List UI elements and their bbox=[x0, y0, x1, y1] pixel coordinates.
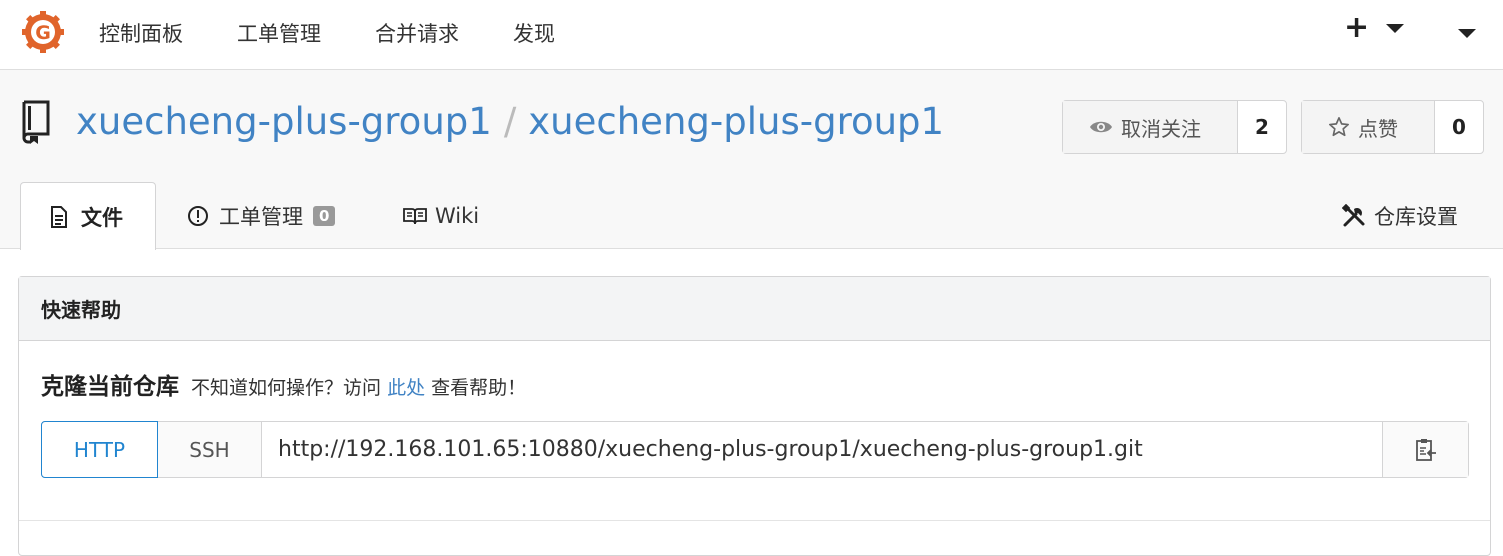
nav-explore[interactable]: 发现 bbox=[513, 18, 555, 48]
star-icon bbox=[1329, 117, 1349, 137]
http-clone-button[interactable]: HTTP bbox=[41, 421, 158, 478]
tab-settings-label: 仓库设置 bbox=[1374, 204, 1458, 229]
nav-pull-requests[interactable]: 合并请求 bbox=[375, 18, 459, 48]
gitea-logo[interactable]: G bbox=[22, 11, 64, 53]
tab-settings[interactable]: 仓库设置 bbox=[1342, 182, 1458, 249]
unwatch-label: 取消关注 bbox=[1121, 116, 1201, 141]
watch-button-group: 取消关注 2 bbox=[1062, 100, 1287, 154]
clone-repo-heading: 克隆当前仓库 bbox=[41, 374, 179, 400]
clone-url-bar: HTTP SSH http://192.168.101.65:10880/xue… bbox=[41, 421, 1469, 478]
top-navbar: G 控制面板 工单管理 合并请求 发现 + bbox=[0, 0, 1503, 70]
quick-help-title: 快速帮助 bbox=[19, 277, 1490, 341]
clone-url-input[interactable]: http://192.168.101.65:10880/xuecheng-plu… bbox=[262, 422, 1382, 477]
tab-issues[interactable]: 工单管理 0 bbox=[187, 182, 336, 249]
stars-count[interactable]: 0 bbox=[1435, 101, 1483, 153]
repo-name-link[interactable]: xuecheng-plus-group1 bbox=[528, 100, 944, 143]
tab-files[interactable]: 文件 bbox=[20, 182, 156, 250]
repo-header: xuecheng-plus-group1 / xuecheng-plus-group… bbox=[0, 70, 1503, 250]
issues-count-badge: 0 bbox=[313, 205, 336, 226]
file-text-icon bbox=[51, 205, 67, 228]
create-dropdown-chevron-icon[interactable] bbox=[1386, 24, 1404, 33]
tab-wiki[interactable]: Wiki bbox=[403, 182, 479, 249]
nav-issues[interactable]: 工单管理 bbox=[237, 18, 321, 48]
ssh-clone-button[interactable]: SSH bbox=[158, 422, 262, 477]
star-button-group: 点赞 0 bbox=[1301, 100, 1484, 154]
clone-instructions: 克隆当前仓库 不知道如何操作？访问 此处 查看帮助！ bbox=[41, 367, 526, 401]
clone-hint-suffix: 查看帮助！ bbox=[431, 377, 527, 399]
clipboard-icon bbox=[1415, 438, 1436, 461]
repo-owner-link[interactable]: xuecheng-plus-group1 bbox=[76, 100, 492, 143]
star-label: 点赞 bbox=[1358, 116, 1398, 141]
copy-url-button[interactable] bbox=[1382, 422, 1468, 477]
watchers-count[interactable]: 2 bbox=[1238, 101, 1286, 153]
repo-book-icon bbox=[22, 100, 50, 144]
help-link[interactable]: 此处 bbox=[387, 377, 425, 399]
repo-title: xuecheng-plus-group1 / xuecheng-plus-group… bbox=[76, 100, 944, 143]
unwatch-button[interactable]: 取消关注 bbox=[1063, 101, 1238, 153]
book-open-icon bbox=[403, 207, 427, 224]
panel-divider bbox=[19, 520, 1490, 521]
svg-text:G: G bbox=[35, 22, 51, 44]
eye-icon bbox=[1090, 121, 1112, 133]
alert-circle-icon bbox=[188, 205, 208, 226]
tab-issues-label: 工单管理 bbox=[219, 204, 303, 229]
nav-dashboard[interactable]: 控制面板 bbox=[99, 18, 183, 48]
create-new-button[interactable]: + bbox=[1344, 10, 1369, 45]
repo-title-separator: / bbox=[503, 100, 517, 143]
quick-help-panel: 快速帮助 克隆当前仓库 不知道如何操作？访问 此处 查看帮助！ HTTP SSH… bbox=[18, 276, 1491, 556]
star-button[interactable]: 点赞 bbox=[1302, 101, 1435, 153]
tools-icon bbox=[1342, 203, 1365, 226]
clone-hint-text: 不知道如何操作？访问 bbox=[191, 377, 382, 399]
tab-files-label: 文件 bbox=[81, 205, 123, 230]
user-menu-chevron-icon[interactable] bbox=[1458, 29, 1476, 38]
tab-wiki-label: Wiki bbox=[435, 203, 480, 228]
